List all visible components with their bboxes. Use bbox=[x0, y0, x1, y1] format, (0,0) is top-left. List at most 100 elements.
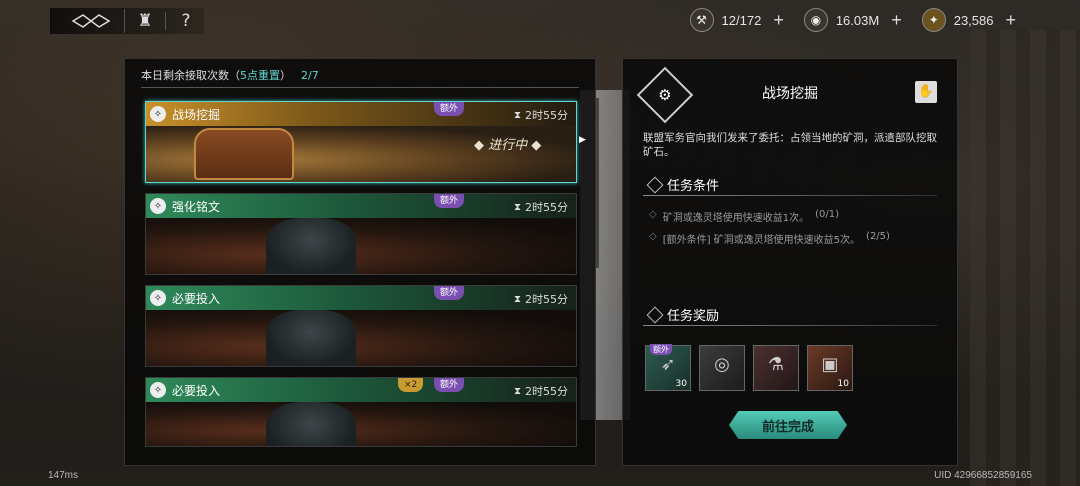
mission-card-4[interactable]: ✧ 必要投入 ×2 额外 ⧗ 2时55分 bbox=[145, 377, 577, 447]
extra-badge: 额外 bbox=[434, 102, 465, 116]
mission-emblem-icon: ✧ bbox=[150, 290, 166, 306]
mission-art bbox=[146, 218, 576, 274]
extra-badge: 额外 bbox=[434, 286, 465, 300]
conditions-header: 任务条件 bbox=[643, 175, 719, 194]
resource-silver: ◉ 16.03M + bbox=[803, 8, 902, 32]
info-icon[interactable]: ✋ bbox=[915, 81, 937, 103]
reward-list: ➶ 额外 30 ◎ ⚗ ▣ 10 bbox=[645, 344, 853, 391]
top-left-bar: ♜ ? bbox=[50, 8, 204, 34]
mission-emblem-icon: ✧ bbox=[150, 106, 166, 122]
mission-time: 2时55分 bbox=[525, 293, 568, 306]
guild-logo-icon bbox=[71, 14, 111, 28]
mission-timer: ⧗ 2时55分 bbox=[514, 199, 568, 215]
reward-qty: 30 bbox=[675, 379, 687, 389]
condition-progress: (2/5) bbox=[866, 231, 890, 242]
hourglass-icon: ⧗ bbox=[513, 385, 521, 397]
multiplier-badge: ×2 bbox=[398, 378, 424, 392]
reward-item[interactable]: ◎ bbox=[699, 345, 745, 391]
stamina-value: 12/172 bbox=[721, 12, 762, 28]
mission-time: 2时55分 bbox=[525, 109, 568, 122]
bullet-icon: ◇ bbox=[649, 231, 657, 242]
extra-badge: 额外 bbox=[650, 344, 672, 355]
mission-title: 必要投入 bbox=[172, 291, 221, 306]
reward-item[interactable]: ⚗ bbox=[753, 345, 799, 391]
gold-value: 23,586 bbox=[953, 12, 994, 28]
condition-progress: (0/1) bbox=[815, 209, 839, 220]
rewards-header: 任务奖励 bbox=[643, 305, 719, 324]
help-icon[interactable]: ? bbox=[176, 11, 196, 31]
mission-time: 2时55分 bbox=[525, 201, 568, 214]
reward-item[interactable]: ➶ 额外 30 bbox=[645, 344, 691, 391]
mission-art bbox=[146, 402, 576, 446]
mission-timer: ⧗ 2时55分 bbox=[514, 383, 568, 399]
hourglass-icon: ⧗ bbox=[513, 201, 521, 213]
mission-description: 联盟军务官向我们发来了委托：占领当地的矿洞，派遣部队挖取矿石。 bbox=[643, 132, 937, 158]
resource-bar: ⚒ 12/172 + ◉ 16.03M + ✦ 23,586 + bbox=[689, 8, 1016, 32]
count-value: 2/7 bbox=[301, 69, 319, 82]
mission-timer: ⧗ 2时55分 bbox=[514, 107, 568, 123]
mission-header: ✧ 必要投入 bbox=[146, 286, 576, 310]
reward-item[interactable]: ▣ 10 bbox=[807, 345, 853, 391]
go-complete-button[interactable]: 前往完成 bbox=[729, 411, 847, 439]
divider bbox=[141, 87, 579, 88]
mission-title: 必要投入 bbox=[172, 383, 221, 398]
mission-timer: ⧗ 2时55分 bbox=[514, 291, 568, 307]
back-logo-icon[interactable] bbox=[58, 9, 125, 33]
mission-list-panel: 本日剩余接取次数（5点重置） 2/7 ✧ 战场挖掘 额外 ⧗ 2时55分 ◆ 进行… bbox=[124, 58, 596, 466]
add-silver-button[interactable]: + bbox=[891, 10, 902, 31]
silver-value: 16.03M bbox=[835, 12, 880, 28]
mission-emblem-icon: ✧ bbox=[150, 198, 166, 214]
mission-title: 强化铭文 bbox=[172, 199, 221, 214]
mission-header: ✧ 强化铭文 bbox=[146, 194, 576, 218]
cart-icon: ▣ bbox=[821, 354, 839, 375]
mission-header: ✧ 战场挖掘 bbox=[146, 102, 576, 126]
add-stamina-button[interactable]: + bbox=[773, 10, 784, 31]
mission-card-2[interactable]: ✧ 强化铭文 额外 ⧗ 2时55分 bbox=[145, 193, 577, 275]
daily-count: 本日剩余接取次数（5点重置） 2/7 bbox=[141, 67, 319, 83]
user-id: UID 42966852859165 bbox=[934, 470, 1032, 481]
tower-icon[interactable]: ♜ bbox=[135, 11, 155, 31]
background-bookshelf bbox=[970, 30, 1080, 486]
feather-icon: ➶ bbox=[660, 354, 676, 375]
condition-text: 矿洞或逸灵塔使用快速收益1次。 bbox=[662, 213, 810, 224]
mission-time: 2时55分 bbox=[525, 385, 568, 398]
in-progress-label: ◆ 进行中 ◆ bbox=[474, 138, 542, 153]
resource-stamina: ⚒ 12/172 + bbox=[689, 8, 784, 32]
divider bbox=[643, 195, 937, 196]
condition-item: ◇ [额外条件] 矿洞或逸灵塔使用快速收益5次。 (2/5) bbox=[649, 231, 890, 246]
count-reset: 5点重置 bbox=[240, 69, 280, 82]
mission-title: 战场挖掘 bbox=[172, 107, 221, 122]
mission-detail-panel: ⚙ 战场挖掘 ✋ 联盟军务官向我们发来了委托：占领当地的矿洞，派遣部队挖取矿石。… bbox=[622, 58, 958, 466]
divider bbox=[165, 12, 166, 30]
gold-coin-icon: ✦ bbox=[921, 8, 946, 32]
count-suffix: ） bbox=[280, 69, 291, 82]
add-gold-button[interactable]: + bbox=[1005, 10, 1016, 31]
extra-badge: 额外 bbox=[434, 194, 465, 208]
stamina-icon: ⚒ bbox=[689, 8, 714, 32]
resource-gold: ✦ 23,586 + bbox=[921, 8, 1016, 32]
silver-coin-icon: ◉ bbox=[803, 8, 828, 32]
list-scrollbar[interactable] bbox=[596, 98, 599, 268]
hourglass-icon: ⧗ bbox=[513, 293, 521, 305]
detail-title: 战场挖掘 bbox=[762, 86, 818, 102]
bullet-icon: ◇ bbox=[649, 209, 657, 220]
conditions-title: 任务条件 bbox=[667, 179, 720, 194]
potion-icon: ⚗ bbox=[767, 354, 785, 375]
reward-qty: 10 bbox=[837, 379, 849, 389]
count-prefix: 本日剩余接取次数（ bbox=[141, 69, 240, 82]
mission-card-1[interactable]: ✧ 战场挖掘 额外 ⧗ 2时55分 ◆ 进行中 ◆ bbox=[145, 101, 577, 183]
silver-coins-icon: ◎ bbox=[714, 354, 730, 375]
treasure-chest-image bbox=[194, 128, 294, 180]
diamond-icon bbox=[646, 306, 664, 323]
hourglass-icon: ⧗ bbox=[513, 109, 521, 121]
selected-arrow-icon: ▶ bbox=[579, 135, 586, 145]
divider bbox=[643, 325, 937, 326]
extra-badge: 额外 bbox=[434, 378, 465, 392]
rewards-title: 任务奖励 bbox=[667, 309, 720, 324]
diamond-icon bbox=[646, 176, 664, 193]
condition-text: [额外条件] 矿洞或逸灵塔使用快速收益5次。 bbox=[662, 235, 861, 246]
mission-emblem-icon: ✧ bbox=[150, 382, 166, 398]
condition-item: ◇ 矿洞或逸灵塔使用快速收益1次。 (0/1) bbox=[649, 209, 839, 224]
mission-card-3[interactable]: ✧ 必要投入 额外 ⧗ 2时55分 bbox=[145, 285, 577, 367]
status-text: 进行中 bbox=[488, 138, 528, 153]
